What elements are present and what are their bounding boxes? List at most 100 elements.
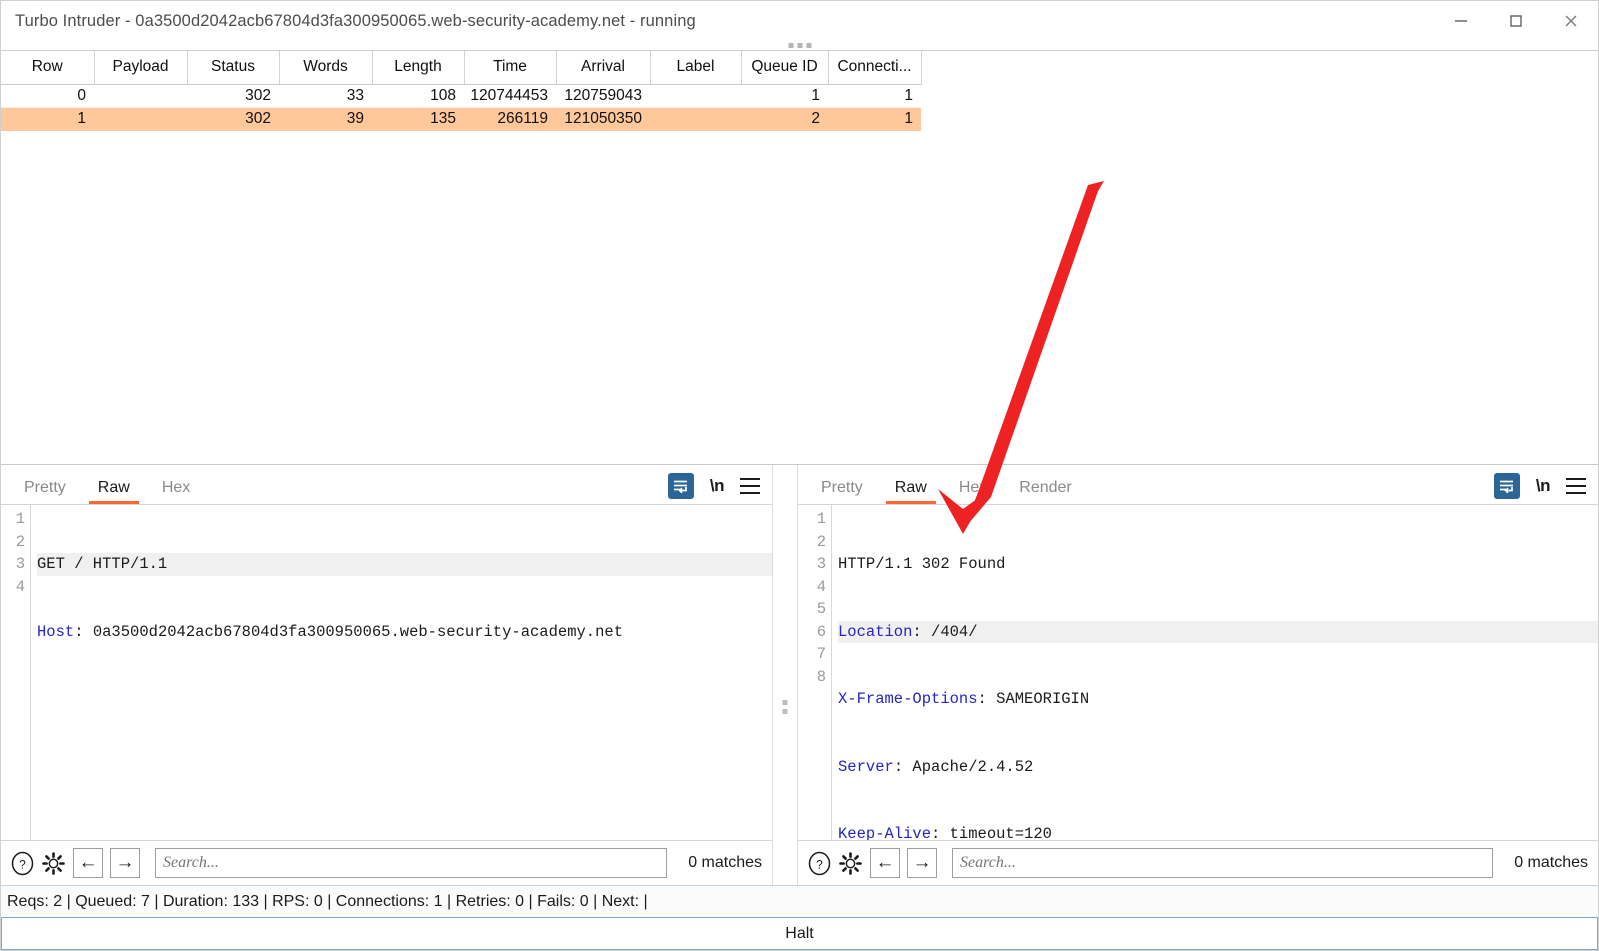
maximize-button[interactable]: [1488, 1, 1543, 41]
results-table-area[interactable]: Row Payload Status Words Length Time Arr…: [1, 51, 1598, 465]
cell-status: 302: [187, 107, 279, 130]
cell-time: 266119: [464, 107, 556, 130]
header-separator: :: [978, 690, 997, 708]
column-header-row[interactable]: Row: [1, 51, 94, 84]
header-value: 0a3500d2042acb67804d3fa300950065.web-sec…: [93, 623, 623, 641]
request-search-bar: ?: [1, 840, 772, 885]
table-row[interactable]: 0 302 33 108 120744453 120759043 1 1: [1, 84, 921, 107]
line-number: 2: [1, 531, 25, 554]
cell-status: 302: [187, 84, 279, 107]
response-tab-tools: \n: [1494, 473, 1586, 499]
request-editor[interactable]: 1 2 3 4 GET / HTTP/1.1 Host: 0a3500d2042…: [1, 505, 772, 840]
header-name: Location: [838, 623, 912, 641]
cell-payload: [94, 84, 187, 107]
column-header-connection[interactable]: Connecti...: [828, 51, 921, 84]
request-search-next-button[interactable]: →: [110, 848, 140, 878]
tab-response-hex[interactable]: Hex: [950, 479, 996, 504]
column-header-status[interactable]: Status: [187, 51, 279, 84]
header-separator: :: [912, 623, 931, 641]
tab-request-raw[interactable]: Raw: [89, 479, 139, 504]
cell-label: [650, 84, 741, 107]
request-line-numbers: 1 2 3 4: [1, 505, 31, 840]
column-header-arrival[interactable]: Arrival: [556, 51, 650, 84]
minimize-button[interactable]: [1433, 1, 1488, 41]
response-code[interactable]: HTTP/1.1 302 Found Location: /404/ X-Fra…: [832, 505, 1598, 840]
column-header-length[interactable]: Length: [372, 51, 464, 84]
close-button[interactable]: [1543, 1, 1598, 41]
tab-response-render[interactable]: Render: [1010, 479, 1080, 504]
tab-response-pretty[interactable]: Pretty: [812, 479, 872, 504]
line-number: 5: [798, 598, 826, 621]
header-name: Host: [37, 623, 74, 641]
title-bar: Turbo Intruder - 0a3500d2042acb67804d3fa…: [1, 1, 1598, 41]
request-code[interactable]: GET / HTTP/1.1 Host: 0a3500d2042acb67804…: [31, 505, 772, 840]
request-match-count: 0 matches: [688, 854, 762, 872]
header-name: X-Frame-Options: [838, 690, 978, 708]
request-word-wrap-button[interactable]: [668, 473, 694, 499]
window-controls: [1433, 1, 1598, 41]
word-wrap-icon: [668, 473, 694, 499]
line-number: 3: [1, 553, 25, 576]
request-line-4: [37, 756, 772, 779]
request-tab-tools: \n: [668, 473, 760, 499]
request-search-prev-button[interactable]: ←: [73, 848, 103, 878]
line-number: 6: [798, 621, 826, 644]
splitter-grip-icon: [783, 700, 788, 714]
column-header-words[interactable]: Words: [279, 51, 372, 84]
response-help-button[interactable]: ?: [806, 850, 832, 876]
request-help-button[interactable]: ?: [9, 850, 35, 876]
message-panes: Pretty Raw Hex: [1, 465, 1598, 885]
table-row[interactable]: 1 302 39 135 266119 121050350 2 1: [1, 107, 921, 130]
line-number: 4: [798, 576, 826, 599]
response-search-prev-button[interactable]: ←: [870, 848, 900, 878]
cell-arrival: 120759043: [556, 84, 650, 107]
word-wrap-icon: [1494, 473, 1520, 499]
request-menu-button[interactable]: [740, 478, 760, 494]
response-line-1: HTTP/1.1 302 Found: [838, 553, 1598, 576]
vertical-splitter[interactable]: [772, 465, 798, 885]
response-newline-button[interactable]: \n: [1536, 476, 1550, 496]
status-bar: Reqs: 2 | Queued: 7 | Duration: 133 | RP…: [1, 885, 1598, 918]
tab-request-pretty[interactable]: Pretty: [15, 479, 75, 504]
column-header-queue-id[interactable]: Queue ID: [741, 51, 828, 84]
response-match-count: 0 matches: [1514, 854, 1588, 872]
response-settings-button[interactable]: [837, 850, 863, 876]
response-editor[interactable]: 1 2 3 4 5 6 7 8 HTTP/1.1 302 Found Locat…: [798, 505, 1598, 840]
header-value: /404/: [931, 623, 978, 641]
line-number: 8: [798, 666, 826, 689]
cell-row: 0: [1, 84, 94, 107]
response-search-input[interactable]: [952, 848, 1493, 878]
response-word-wrap-button[interactable]: [1494, 473, 1520, 499]
request-newline-button[interactable]: \n: [710, 476, 724, 496]
cell-connection: 1: [828, 84, 921, 107]
gear-icon: [838, 851, 863, 876]
turbo-intruder-window: Turbo Intruder - 0a3500d2042acb67804d3fa…: [0, 0, 1599, 951]
horizontal-splitter[interactable]: [1, 41, 1598, 51]
response-search-next-button[interactable]: →: [907, 848, 937, 878]
header-separator: :: [894, 758, 913, 776]
results-table-body: 0 302 33 108 120744453 120759043 1 1 1 3…: [1, 84, 921, 130]
header-value: SAMEORIGIN: [996, 690, 1089, 708]
line-number: 4: [1, 576, 25, 599]
window-title: Turbo Intruder - 0a3500d2042acb67804d3fa…: [15, 12, 696, 31]
request-settings-button[interactable]: [40, 850, 66, 876]
tab-response-raw[interactable]: Raw: [886, 479, 936, 504]
column-header-time[interactable]: Time: [464, 51, 556, 84]
column-header-payload[interactable]: Payload: [94, 51, 187, 84]
cell-words: 33: [279, 84, 372, 107]
column-header-label[interactable]: Label: [650, 51, 741, 84]
response-tabstrip: Pretty Raw Hex Render: [798, 465, 1598, 505]
request-search-input[interactable]: [155, 848, 667, 878]
cell-row: 1: [1, 107, 94, 130]
response-menu-button[interactable]: [1566, 478, 1586, 494]
request-line-1-value: GET / HTTP/1.1: [37, 555, 167, 573]
svg-text:?: ?: [816, 857, 823, 871]
cell-label: [650, 107, 741, 130]
line-number: 3: [798, 553, 826, 576]
halt-button[interactable]: Halt: [1, 918, 1598, 950]
maximize-icon: [1508, 13, 1524, 29]
help-icon: ?: [807, 851, 832, 876]
tab-request-hex[interactable]: Hex: [153, 479, 199, 504]
cell-connection: 1: [828, 107, 921, 130]
header-separator: :: [74, 623, 93, 641]
